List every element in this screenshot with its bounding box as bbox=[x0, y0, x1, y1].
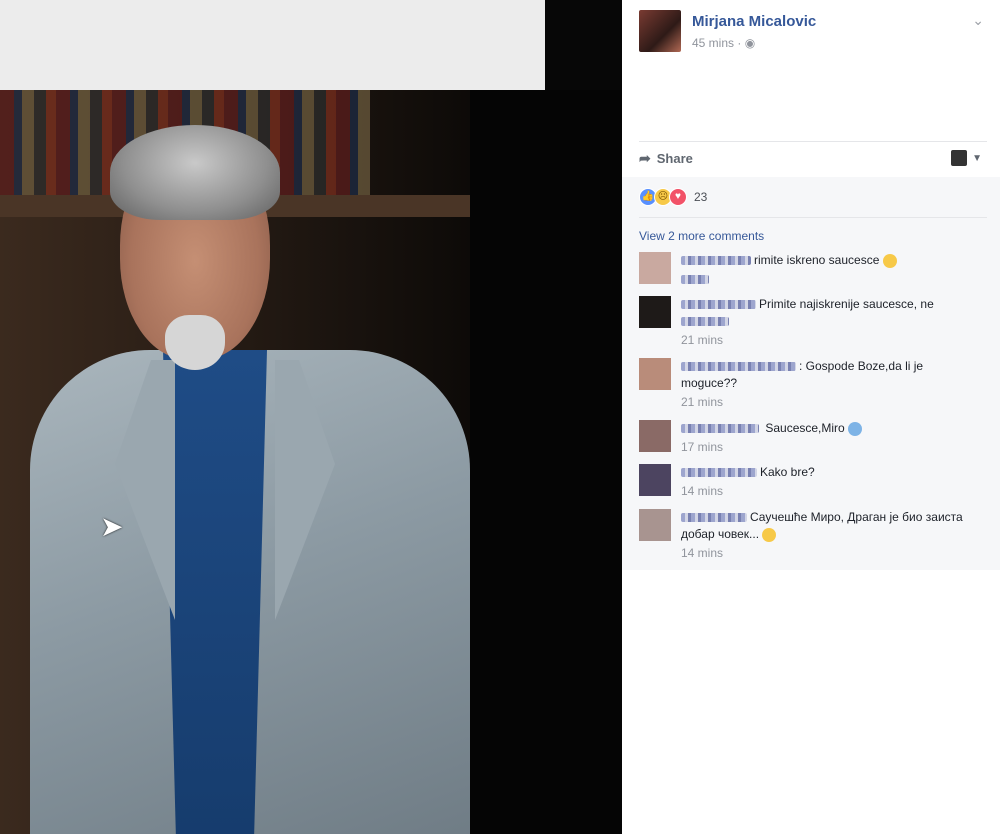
profile-mini-avatar bbox=[951, 150, 968, 166]
comment-body: : Gospode Boze,da li je moguce?? 21 mins bbox=[681, 358, 981, 411]
commenter-avatar[interactable] bbox=[639, 464, 671, 496]
post-panel: Mirjana Micalovic 45 mins · ◉ ⌄ ➦ Share ▼… bbox=[622, 0, 1000, 834]
beard bbox=[165, 315, 225, 370]
sad-emoji-icon bbox=[762, 527, 777, 542]
comment-time[interactable]: 14 mins bbox=[681, 483, 981, 500]
comment-time[interactable]: 17 mins bbox=[681, 439, 981, 456]
share-icon: ➦ bbox=[639, 150, 651, 166]
fearful-emoji-icon bbox=[848, 421, 863, 436]
reaction-count: 23 bbox=[694, 190, 708, 204]
author-name[interactable]: Mirjana Micalovic bbox=[692, 13, 816, 30]
love-icon: ♥ bbox=[669, 188, 687, 206]
caret-down-icon: ▼ bbox=[972, 152, 982, 164]
share-as-selector[interactable]: ▼ bbox=[951, 150, 982, 166]
person-portrait bbox=[30, 120, 470, 834]
globe-icon: ◉ bbox=[744, 36, 756, 50]
share-button[interactable]: ➦ Share bbox=[639, 150, 693, 167]
blurred-text bbox=[681, 317, 729, 327]
post-time-text: 45 mins · bbox=[692, 36, 742, 50]
commenter-avatar[interactable] bbox=[639, 252, 671, 284]
comment-text: Primite najiskrenije saucesce, ne bbox=[759, 297, 934, 311]
blurred-name[interactable] bbox=[681, 468, 757, 478]
blurred-name[interactable] bbox=[681, 424, 759, 434]
sad-emoji-icon bbox=[882, 253, 897, 268]
view-more-comments-link[interactable]: View 2 more comments bbox=[639, 229, 764, 243]
comment-text: rimite iskreno saucesce bbox=[754, 253, 880, 267]
screen-edge bbox=[0, 0, 545, 102]
commenter-avatar[interactable] bbox=[639, 509, 671, 541]
post-time[interactable]: 45 mins · ◉ bbox=[692, 36, 755, 50]
comment-text: Saucesce,Miro bbox=[765, 421, 845, 435]
dark-background bbox=[470, 90, 622, 834]
comment-body: Kako bre? 14 mins bbox=[681, 464, 981, 500]
comment-time[interactable]: 21 mins bbox=[681, 332, 981, 349]
post-photo[interactable]: ➤ bbox=[0, 0, 622, 834]
hair bbox=[110, 125, 280, 220]
commenter-avatar[interactable] bbox=[639, 296, 671, 328]
reactions-summary[interactable]: 👍 ☹ ♥ 23 bbox=[639, 188, 707, 206]
post-header: Mirjana Micalovic 45 mins · ◉ ⌄ bbox=[639, 10, 989, 60]
commenter-avatar[interactable] bbox=[639, 358, 671, 390]
divider bbox=[639, 217, 987, 218]
comment-text: Kako bre? bbox=[760, 465, 815, 479]
comment-body: Primite najiskrenije saucesce, ne 21 min… bbox=[681, 296, 981, 349]
mouse-cursor-icon: ➤ bbox=[100, 511, 124, 542]
comment-body: Саучешће Миро, Драган је био заиста доба… bbox=[681, 509, 981, 562]
comment-body: rimite iskreno saucesce bbox=[681, 252, 981, 288]
divider bbox=[639, 141, 987, 142]
author-avatar[interactable] bbox=[639, 10, 681, 52]
blurred-name[interactable] bbox=[681, 513, 747, 523]
comment-time-row bbox=[681, 271, 981, 288]
blurred-text bbox=[681, 275, 709, 285]
comment-time[interactable]: 14 mins bbox=[681, 545, 981, 562]
blurred-name[interactable] bbox=[681, 256, 751, 266]
share-label: Share bbox=[656, 151, 693, 166]
blurred-name[interactable] bbox=[681, 300, 756, 310]
chevron-down-icon[interactable]: ⌄ bbox=[972, 12, 984, 29]
comment-body: Saucesce,Miro 17 mins bbox=[681, 420, 981, 456]
blurred-name[interactable] bbox=[681, 362, 796, 372]
comment-time[interactable]: 21 mins bbox=[681, 394, 981, 411]
commenter-avatar[interactable] bbox=[639, 420, 671, 452]
